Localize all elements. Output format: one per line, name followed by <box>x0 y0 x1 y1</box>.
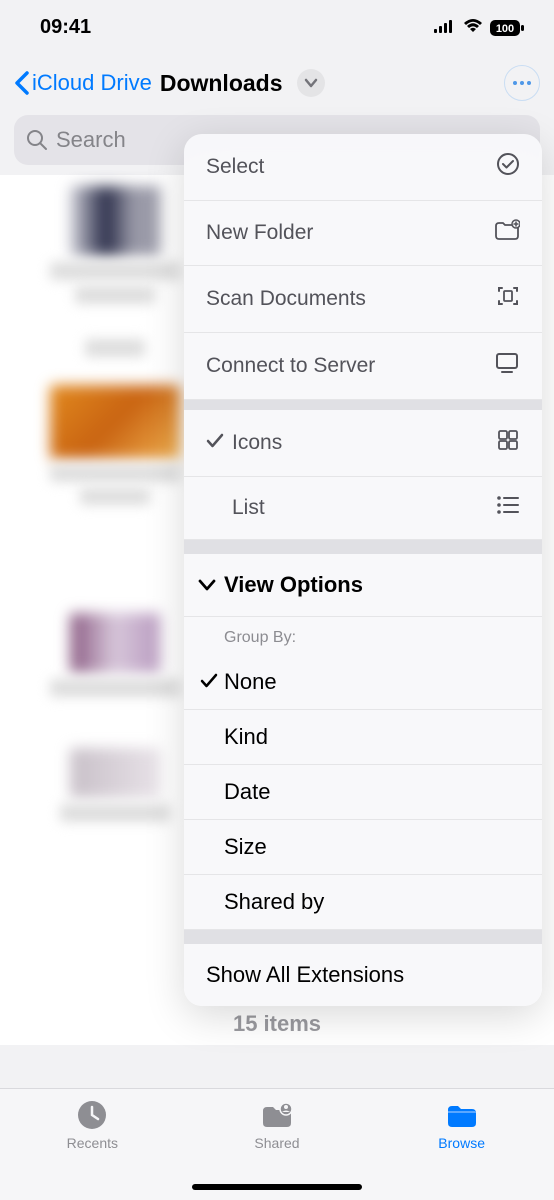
group-shared-by[interactable]: Shared by <box>184 875 542 930</box>
status-indicators: 100 <box>434 16 524 39</box>
menu-view-options-header[interactable]: View Options <box>184 554 542 617</box>
more-button[interactable] <box>504 65 540 101</box>
menu-separator <box>184 400 542 410</box>
ellipsis-icon <box>512 80 532 86</box>
menu-separator <box>184 930 542 944</box>
tab-bar: Recents Shared Browse <box>0 1088 554 1200</box>
wifi-icon <box>462 16 484 39</box>
menu-scan-documents[interactable]: Scan Documents <box>184 266 542 333</box>
menu-show-extensions[interactable]: Show All Extensions <box>184 944 542 1006</box>
menu-connect-server[interactable]: Connect to Server <box>184 333 542 400</box>
menu-new-folder[interactable]: New Folder <box>184 201 542 266</box>
cellular-icon <box>434 16 456 39</box>
group-by-label: Group By: <box>184 617 542 655</box>
checkmark-icon <box>206 431 228 455</box>
chevron-down-icon <box>304 78 318 88</box>
search-placeholder: Search <box>56 127 126 153</box>
back-label: iCloud Drive <box>32 70 152 96</box>
new-folder-icon <box>494 219 520 247</box>
tab-shared[interactable]: Shared <box>207 1099 347 1151</box>
grid-icon <box>496 428 520 458</box>
chevron-left-icon <box>14 71 30 95</box>
context-menu: Select New Folder Scan Documents Connect… <box>184 134 542 1006</box>
list-icon <box>496 495 520 521</box>
file-item[interactable] <box>50 595 180 715</box>
battery-icon: 100 <box>490 20 524 36</box>
page-title: Downloads <box>160 70 283 97</box>
home-indicator[interactable] <box>192 1184 362 1190</box>
folder-icon <box>444 1099 480 1131</box>
group-kind[interactable]: Kind <box>184 710 542 765</box>
tab-recents[interactable]: Recents <box>22 1099 162 1151</box>
group-size[interactable]: Size <box>184 820 542 875</box>
checkmark-icon <box>200 669 224 695</box>
scan-icon <box>496 284 520 314</box>
select-circle-icon <box>496 152 520 182</box>
svg-text:100: 100 <box>496 23 514 35</box>
file-item[interactable] <box>50 725 180 845</box>
status-time: 09:41 <box>40 16 91 39</box>
menu-view-icons[interactable]: Icons <box>184 410 542 477</box>
group-date[interactable]: Date <box>184 765 542 820</box>
chevron-down-icon <box>198 579 216 591</box>
menu-separator <box>184 540 542 554</box>
clock-icon <box>74 1099 110 1131</box>
file-item[interactable] <box>50 315 180 375</box>
nav-header: iCloud Drive Downloads <box>0 55 554 115</box>
menu-view-list[interactable]: List <box>184 477 542 540</box>
title-chevron-button[interactable] <box>297 69 325 97</box>
search-icon <box>26 129 48 151</box>
file-item[interactable] <box>50 185 180 305</box>
menu-select[interactable]: Select <box>184 134 542 201</box>
server-icon <box>494 351 520 381</box>
status-bar: 09:41 100 <box>0 0 554 55</box>
shared-folder-icon <box>259 1099 295 1131</box>
back-button[interactable]: iCloud Drive <box>14 70 152 96</box>
file-item[interactable] <box>50 385 180 505</box>
tab-browse[interactable]: Browse <box>392 1099 532 1151</box>
item-count: 15 items <box>0 1003 554 1045</box>
group-none[interactable]: None <box>184 655 542 710</box>
